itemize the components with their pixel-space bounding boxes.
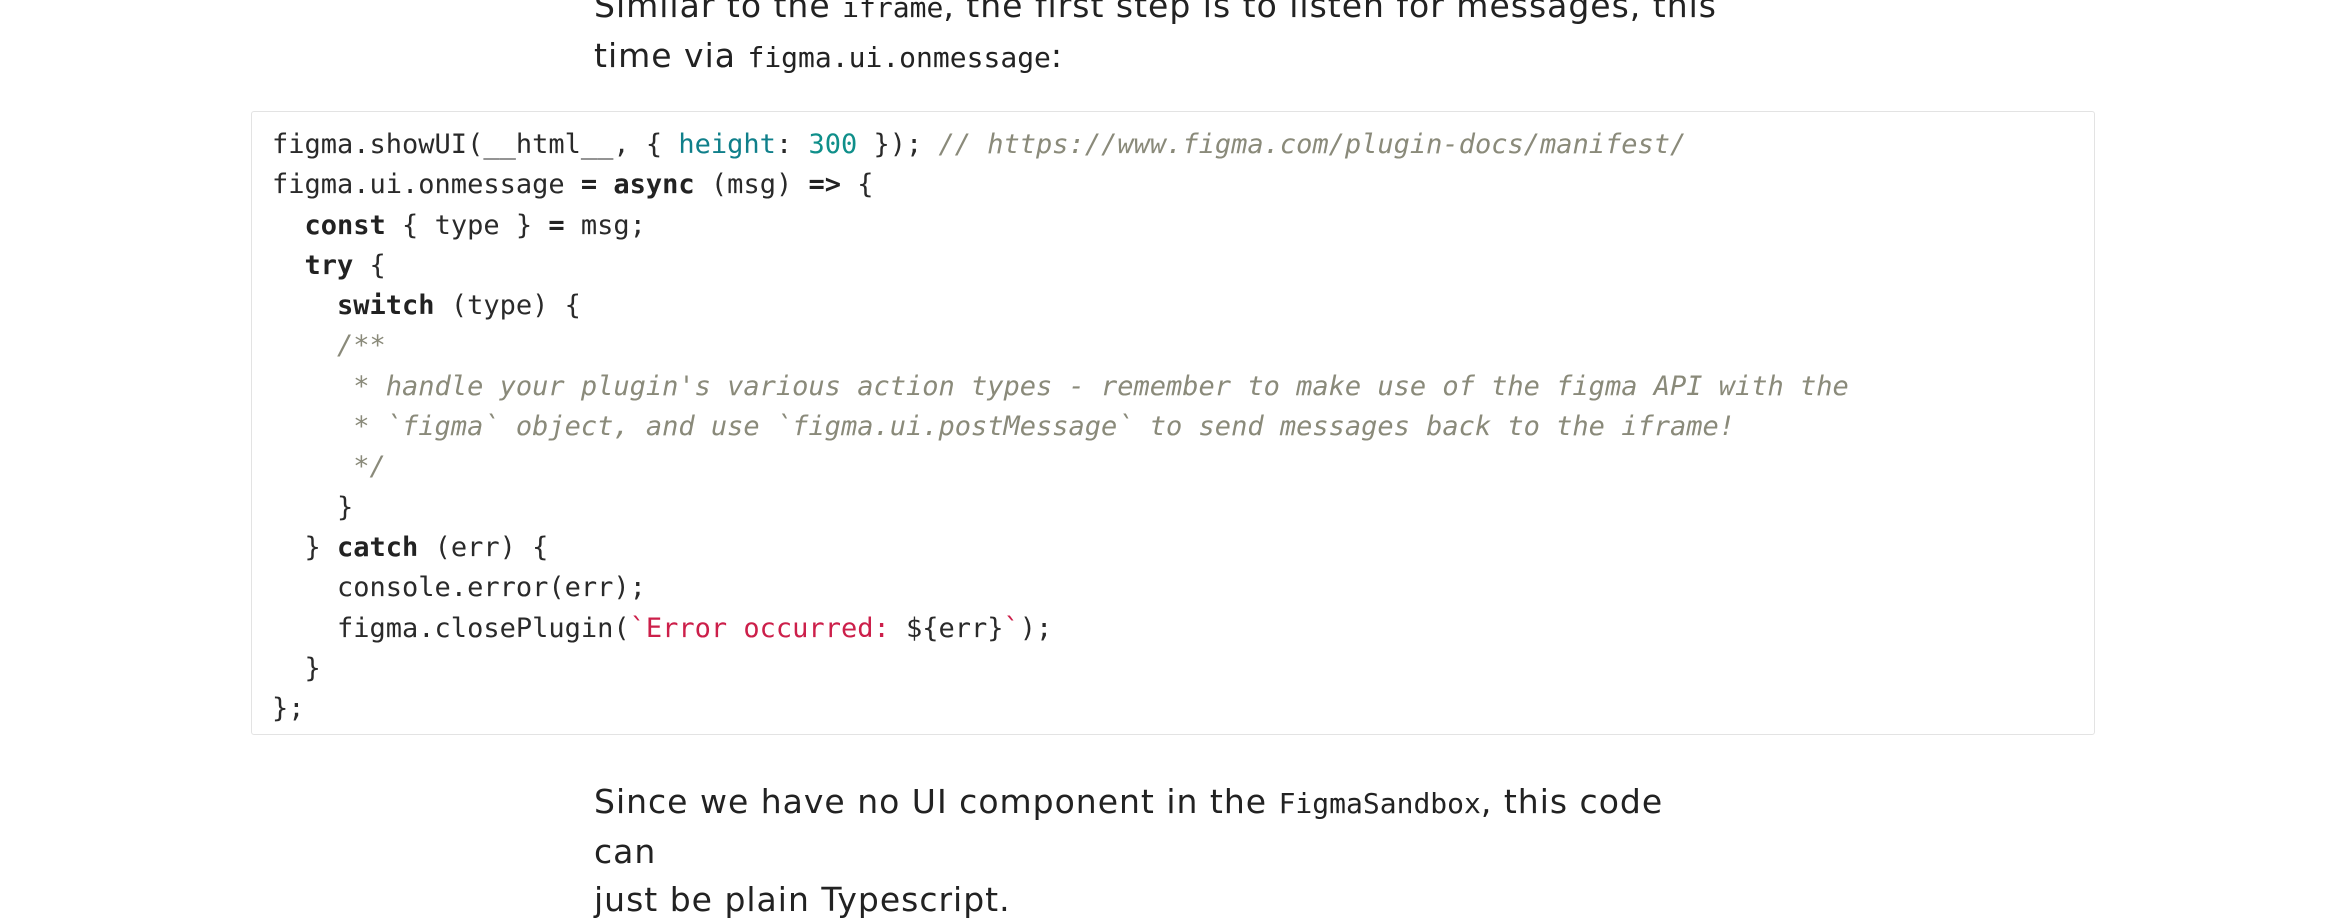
code-line-12: console.error(err); [272, 572, 646, 604]
paragraph-intro: Similar to the iframe, the first step is… [594, 0, 1734, 82]
code-line-7: * handle your plugin's various action ty… [272, 370, 1849, 402]
code-token: (msg) [694, 169, 809, 201]
code-line-11: } catch (err) { [272, 528, 2074, 568]
code-token: } [272, 531, 338, 563]
paragraph-text: Similar to the [594, 0, 843, 25]
code-token: msg; [564, 209, 646, 241]
code-token: : [775, 129, 809, 160]
code-token: (err) { [418, 531, 549, 563]
code-keyword: catch [337, 531, 419, 563]
code-token: figma.closePlugin( [272, 612, 630, 644]
code-token: { [353, 249, 386, 281]
code-line-13: figma.closePlugin(`Error occurred: ${err… [272, 609, 2074, 649]
code-token: figma.showUI(__html__, { [272, 129, 679, 160]
inline-code-figmasandbox: FigmaSandbox [1278, 787, 1481, 820]
code-block[interactable]: figma.showUI(__html__, { height: 300 });… [251, 111, 2095, 735]
paragraph-text: just be plain Typescript. [594, 880, 1011, 919]
code-operator: = [548, 209, 565, 241]
code-token: { [840, 169, 874, 201]
code-operator: = [580, 169, 598, 201]
code-string: `Error occurred: [629, 612, 906, 644]
code-keyword: const [304, 209, 386, 241]
code-token: ); [1019, 612, 1053, 644]
inline-code-iframe: iframe [842, 0, 944, 24]
code-token: }); [857, 129, 939, 160]
code-token: { type } [385, 209, 549, 241]
code-line-15: }; [272, 693, 305, 725]
code-keyword: switch [337, 290, 435, 322]
code-operator: => [808, 169, 841, 201]
paragraph-text: time via [594, 36, 748, 75]
inline-code-onmessage: figma.ui.onmessage [747, 41, 1051, 74]
code-line-2: figma.ui.onmessage = async (msg) => { [272, 165, 2074, 205]
code-token: ${err} [905, 612, 1004, 644]
code-comment: // https://www.figma.com/plugin-docs/man… [938, 129, 1687, 160]
code-line-9: */ [272, 451, 386, 483]
code-string: ` [1003, 612, 1020, 644]
code-property: height [678, 129, 776, 160]
code-line-14: } [272, 652, 321, 684]
code-line-3: const { type } = msg; [272, 206, 2074, 246]
code-number: 300 [808, 129, 858, 160]
code-line-1: figma.showUI(__html__, { height: 300 });… [272, 125, 2074, 165]
code-content[interactable]: figma.showUI(__html__, { height: 300 });… [272, 125, 2074, 729]
code-line-10: } [272, 491, 354, 523]
code-line-5: switch (type) { [272, 286, 2074, 326]
paragraph-text: Since we have no UI component in the [594, 782, 1279, 821]
paragraph-text: : [1050, 36, 1064, 75]
code-token: (type) { [434, 290, 581, 322]
code-keyword: async [613, 169, 695, 201]
code-token: figma.ui.onmessage [272, 169, 581, 201]
paragraph-followup: Since we have no UI component in the Fig… [594, 778, 1734, 924]
code-line-6: /** [272, 330, 386, 362]
paragraph-text: , the first step is to listen for messag… [943, 0, 1717, 25]
code-keyword: try [304, 249, 354, 281]
code-line-8: * `figma` object, and use `figma.ui.post… [272, 411, 1735, 443]
code-line-4: try { [272, 246, 2074, 286]
